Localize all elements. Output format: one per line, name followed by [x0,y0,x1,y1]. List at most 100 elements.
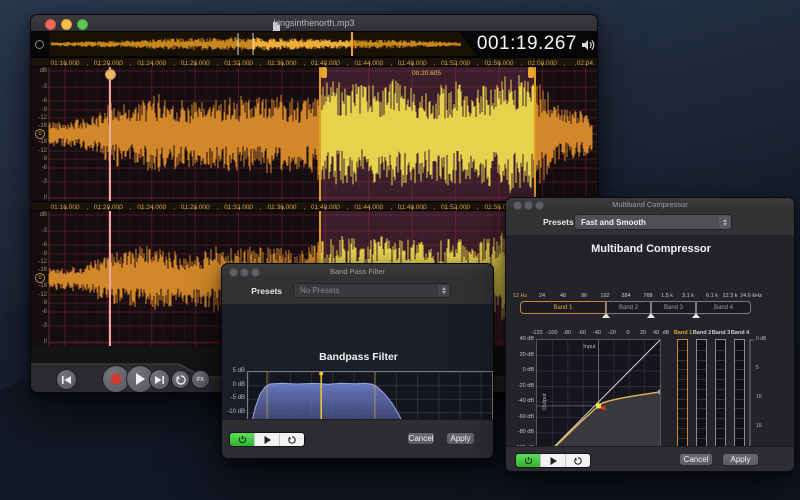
meter-scale-label: 10 [756,394,762,400]
preview-play-button[interactable] [254,433,279,446]
waveform-channel-1[interactable]: dB-3-6-9-12-180-18-12-9-6-3000:20.605 [31,67,598,201]
ruler-tick [130,64,131,66]
meter-segment [716,408,725,409]
bandpass-footer: Cancel Apply [222,419,493,458]
ruler-tick [564,64,565,66]
freq-scale-label: 384 [621,293,630,299]
main-titlebar[interactable]: kingsinthenorth.mp3 [31,15,597,32]
compression-meter-band-4 [734,339,745,458]
ruler-tick [391,64,392,66]
ruler-tick [108,207,109,210]
graph-x-label: 20 [640,330,646,336]
meter-segment [716,369,725,370]
selection-end-marker[interactable] [534,67,536,201]
playhead[interactable] [109,67,111,201]
bp-y-axis-label: -5 dB [231,395,245,401]
graph-x-label: -80 [563,330,571,336]
selection-end-flag[interactable] [528,67,534,78]
ruler-tick [542,63,543,66]
ruler-tick [597,64,598,66]
multiband-compressor-window: Multiband Compressor Presets Fast and Sm… [505,197,795,472]
db-scale-label: -9 [31,156,47,162]
db-scale-label: -6 [31,309,47,315]
crossover-handle[interactable] [647,313,655,318]
ruler-tick [369,63,370,66]
cancel-button[interactable]: Cancel [407,432,435,445]
window-title: Multiband Compressor [506,200,794,209]
ruler-tick [87,64,88,66]
ruler-tick [108,63,109,66]
presets-select[interactable]: Fast and Smooth [574,214,732,230]
presets-row: Presets Fast and Smooth [506,210,794,236]
apply-button[interactable]: Apply [446,432,475,445]
db-scale-label: -3 [31,84,47,90]
graph-x-label: -60 [578,330,586,336]
db-scale-label: dB [31,68,47,74]
preview-loop-button[interactable] [279,433,304,446]
ruler-tick [87,208,88,210]
db-scale-label: 0 [31,339,47,345]
meter-segment [716,360,725,361]
db-scale-label: -9 [31,251,47,257]
timeline-ruler[interactable]: 01:16.00001:20.00001:24.00001:28.00001:3… [31,57,598,67]
cancel-button[interactable]: Cancel [679,453,713,466]
presets-label: Presets [543,217,574,227]
ruler-tick [456,207,457,210]
overview-bar[interactable]: 001:19.267 [31,31,598,57]
presets-select[interactable]: No Presets [293,283,451,298]
bandpass-titlebar[interactable]: Band Pass Filter [222,264,493,278]
selection-start-marker[interactable] [319,67,321,201]
window-title: kingsinthenorth.mp3 [31,18,597,28]
preview-play-button[interactable] [540,454,565,467]
power-toggle-button[interactable] [516,454,540,467]
overview-waveform[interactable] [49,32,477,56]
ruler-tick [130,208,131,210]
meter-segment [697,360,706,361]
record-ring-icon[interactable] [35,40,44,49]
ruler-tick [369,207,370,210]
db-scale-label: -3 [31,179,47,185]
compressor-panel: Multiband Compressor 12 Hz24489619238476… [506,235,795,449]
band-tab-1[interactable]: Band 1 [520,301,606,314]
loop-button[interactable] [171,370,190,389]
graph-y-label: -20 dB [518,383,534,389]
band-tab-3[interactable]: Band 3 [651,301,696,314]
db-scale-label: -3 [31,228,47,234]
meter-segment [678,360,687,361]
power-toggle-button[interactable] [230,433,254,446]
preset-value: Fast and Smooth [581,218,646,227]
speaker-icon[interactable] [581,38,595,56]
skip-forward-button[interactable] [149,369,170,390]
band-tab-4[interactable]: Band 4 [696,301,751,314]
meter-segment [735,350,744,351]
preview-loop-button[interactable] [565,454,590,467]
playhead[interactable] [109,211,111,346]
meter-segment [735,418,744,419]
bp-y-axis-label: -10 dB [227,409,245,415]
ruler-tick [206,64,207,66]
meter-segment [697,350,706,351]
meter-segment [697,418,706,419]
apply-button[interactable]: Apply [722,453,759,466]
freq-scale-label: 1.5 k [661,293,673,299]
desktop-background: kingsinthenorth.mp3 001:19.267 01:16.000… [0,0,800,500]
crossover-handle[interactable] [692,313,700,318]
playhead-handle[interactable] [105,69,116,80]
db-scale-label: -12 [31,148,47,154]
skip-back-button[interactable] [56,369,77,390]
ruler-tick [586,63,587,66]
ruler-tick [347,208,348,210]
selection-start-flag[interactable] [321,67,327,78]
ruler-tick [412,207,413,210]
db-scale-label: -3 [31,323,47,329]
meter-segment [678,389,687,390]
db-scale-label: -12 [31,115,47,121]
ruler-tick [249,208,250,210]
band-tab-2[interactable]: Band 2 [606,301,651,314]
meter-segment [697,369,706,370]
db-scale-label: -18 [31,139,47,145]
meter-segment [678,428,687,429]
fx-button[interactable]: FX [191,370,210,389]
ruler-tick [174,64,175,66]
bandpass-panel: Bandpass Filter 5 dB0 dB-5 dB-10 dB-15 d… [222,304,494,422]
